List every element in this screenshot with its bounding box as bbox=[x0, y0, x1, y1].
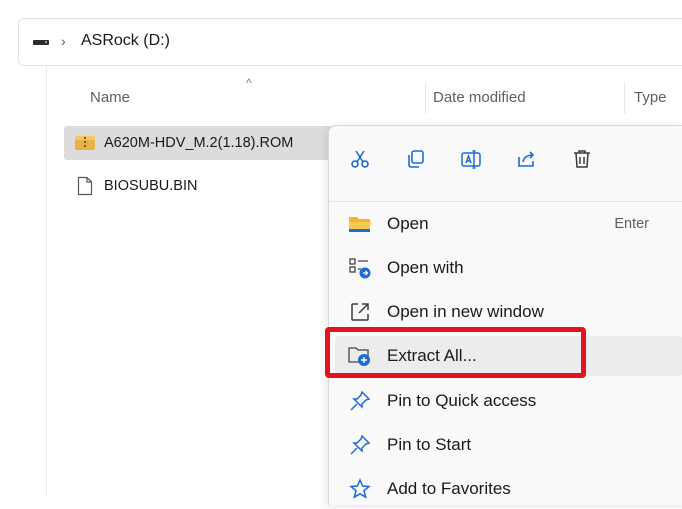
breadcrumb-chevron-icon[interactable]: › bbox=[61, 33, 66, 49]
folder-open-icon bbox=[347, 211, 373, 237]
menu-item-label: Open bbox=[387, 214, 429, 233]
file-name: BIOSUBU.BIN bbox=[104, 178, 198, 194]
share-icon[interactable] bbox=[513, 146, 539, 172]
star-icon bbox=[347, 476, 373, 502]
file-row-bin[interactable]: BIOSUBU.BIN bbox=[64, 169, 197, 203]
context-menu-quick-actions bbox=[329, 138, 682, 182]
navigation-pane-divider bbox=[46, 66, 47, 497]
menu-item-open-with[interactable]: Open with bbox=[335, 248, 682, 288]
column-header-type[interactable]: Type bbox=[634, 89, 667, 106]
copy-icon[interactable] bbox=[403, 146, 429, 172]
address-bar[interactable]: › ASRock (D:) bbox=[18, 18, 682, 66]
menu-divider bbox=[329, 201, 682, 202]
menu-item-label: Pin to Start bbox=[387, 435, 472, 454]
new-window-icon bbox=[347, 299, 373, 325]
menu-item-label: Pin to Quick access bbox=[387, 391, 537, 410]
pin-icon bbox=[347, 388, 373, 414]
column-header-name[interactable]: Name bbox=[90, 89, 130, 106]
menu-item-shortcut: Enter bbox=[614, 216, 649, 232]
menu-item-label: Open with bbox=[387, 258, 464, 277]
document-icon bbox=[74, 175, 96, 197]
context-menu: Open Enter Open with Open in new window … bbox=[328, 125, 682, 505]
delete-icon[interactable] bbox=[569, 146, 595, 172]
menu-item-pin-to-start[interactable]: Pin to Start bbox=[335, 425, 682, 465]
rename-icon[interactable] bbox=[458, 146, 484, 172]
cut-icon[interactable] bbox=[347, 146, 373, 172]
breadcrumb-drive[interactable]: ASRock (D:) bbox=[81, 32, 170, 50]
file-explorer-window: › ASRock (D:) ^ Name Date modified Type … bbox=[0, 0, 682, 505]
column-header-date-modified[interactable]: Date modified bbox=[433, 89, 526, 106]
pin-icon bbox=[347, 432, 373, 458]
menu-item-open[interactable]: Open Enter bbox=[335, 204, 682, 244]
open-with-icon bbox=[347, 255, 373, 281]
menu-item-label: Open in new window bbox=[387, 302, 544, 321]
zip-archive-icon bbox=[74, 132, 96, 154]
menu-item-open-in-new-window[interactable]: Open in new window bbox=[335, 292, 682, 332]
drive-icon bbox=[33, 40, 49, 45]
menu-item-label: Add to Favorites bbox=[387, 479, 511, 498]
menu-item-add-to-favorites[interactable]: Add to Favorites bbox=[335, 469, 682, 509]
annotation-highlight-box bbox=[325, 327, 586, 378]
file-name: A620M-HDV_M.2(1.18).ROM bbox=[104, 135, 294, 151]
file-row-rom[interactable]: A620M-HDV_M.2(1.18).ROM bbox=[64, 126, 334, 160]
sort-ascending-icon: ^ bbox=[246, 76, 252, 90]
column-separator[interactable] bbox=[624, 82, 625, 114]
menu-item-pin-to-quick-access[interactable]: Pin to Quick access bbox=[335, 381, 682, 421]
column-separator[interactable] bbox=[425, 82, 426, 114]
